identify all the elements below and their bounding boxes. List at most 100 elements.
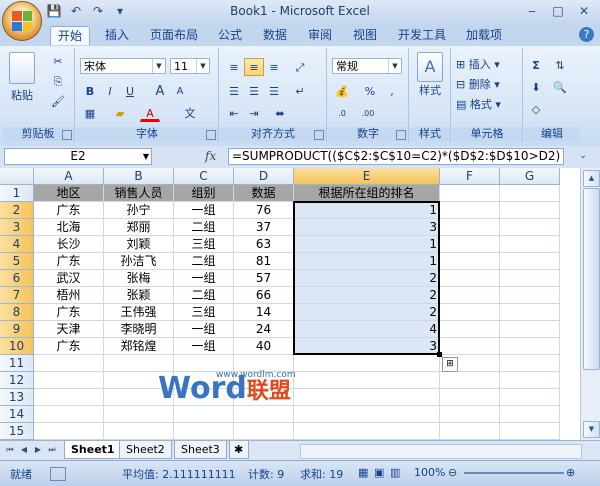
name-box[interactable]: E2 ▼ <box>4 148 152 165</box>
page-layout-view-icon[interactable]: ▣ <box>374 466 384 479</box>
row-header-5[interactable]: 5 <box>0 253 34 270</box>
cell[interactable] <box>500 185 560 202</box>
align-left-icon[interactable]: ☰ <box>224 82 244 100</box>
table-cell[interactable]: 14 <box>234 304 294 321</box>
merge-center-icon[interactable]: ⬌ <box>270 104 290 122</box>
table-cell[interactable]: 王伟强 <box>104 304 174 321</box>
row-header-8[interactable]: 8 <box>0 304 34 321</box>
column-header-e[interactable]: E <box>294 168 440 185</box>
table-cell[interactable]: 郑丽 <box>104 219 174 236</box>
table-cell[interactable]: 张颖 <box>104 287 174 304</box>
table-cell[interactable]: 3 <box>294 338 440 355</box>
row-header-7[interactable]: 7 <box>0 287 34 304</box>
cut-icon[interactable]: ✂ <box>48 52 68 70</box>
vertical-scrollbar[interactable]: ▲ ▼ <box>580 168 600 440</box>
row-header-2[interactable]: 2 <box>0 202 34 219</box>
table-cell[interactable]: 76 <box>234 202 294 219</box>
cell[interactable] <box>34 423 104 440</box>
cell[interactable] <box>440 389 500 406</box>
header-cell[interactable]: 根据所在组的排名 <box>294 185 440 202</box>
cell[interactable] <box>104 423 174 440</box>
zoom-slider[interactable] <box>464 472 564 474</box>
cell[interactable] <box>500 355 560 372</box>
table-cell[interactable]: 2 <box>294 304 440 321</box>
table-cell[interactable]: 广东 <box>34 202 104 219</box>
cell[interactable] <box>500 236 560 253</box>
row-header-15[interactable]: 15 <box>0 423 34 440</box>
wrap-text-icon[interactable]: ↵ <box>290 82 310 100</box>
table-cell[interactable]: 81 <box>234 253 294 270</box>
table-cell[interactable]: 武汉 <box>34 270 104 287</box>
cell[interactable] <box>294 406 440 423</box>
header-cell[interactable]: 地区 <box>34 185 104 202</box>
cell[interactable] <box>500 372 560 389</box>
table-cell[interactable]: 2 <box>294 287 440 304</box>
row-header-4[interactable]: 4 <box>0 236 34 253</box>
cell[interactable] <box>500 406 560 423</box>
table-cell[interactable]: 40 <box>234 338 294 355</box>
cell[interactable] <box>440 236 500 253</box>
last-sheet-icon[interactable]: ⏭ <box>46 444 58 456</box>
formula-input[interactable]: =SUMPRODUCT(($C$2:$C$10=C2)*($D$2:$D$10>… <box>228 148 564 165</box>
sheet-tab-1[interactable]: Sheet1 <box>64 441 122 459</box>
column-header-b[interactable]: B <box>104 168 174 185</box>
table-cell[interactable]: 郑铭煌 <box>104 338 174 355</box>
cell[interactable] <box>104 406 174 423</box>
office-button[interactable] <box>2 1 42 41</box>
normal-view-icon[interactable]: ▦ <box>358 466 368 479</box>
table-cell[interactable]: 长沙 <box>34 236 104 253</box>
cell[interactable] <box>174 406 234 423</box>
cell[interactable] <box>34 406 104 423</box>
cell[interactable] <box>234 406 294 423</box>
clipboard-launcher-icon[interactable] <box>62 130 72 140</box>
cell[interactable] <box>440 304 500 321</box>
cell[interactable] <box>500 321 560 338</box>
align-right-icon[interactable]: ☰ <box>264 82 284 100</box>
number-launcher-icon[interactable] <box>396 130 406 140</box>
fill-icon[interactable]: ⬇ <box>526 78 546 96</box>
cell[interactable] <box>440 406 500 423</box>
decrease-decimal-icon[interactable]: .00 <box>358 104 378 122</box>
table-cell[interactable]: 一组 <box>174 321 234 338</box>
table-cell[interactable]: 57 <box>234 270 294 287</box>
align-top-icon[interactable]: ≡ <box>224 58 244 76</box>
table-cell[interactable]: 4 <box>294 321 440 338</box>
table-cell[interactable]: 北海 <box>34 219 104 236</box>
increase-decimal-icon[interactable]: .0 <box>332 104 352 122</box>
table-cell[interactable]: 三组 <box>174 236 234 253</box>
cell[interactable] <box>500 202 560 219</box>
cell[interactable] <box>34 355 104 372</box>
clear-icon[interactable]: ◇ <box>526 100 546 118</box>
comma-button[interactable]: , <box>382 82 402 100</box>
table-cell[interactable]: 孙洁飞 <box>104 253 174 270</box>
insert-cells-button[interactable]: ⊞ 插入 ▾ <box>456 56 500 72</box>
alignment-launcher-icon[interactable] <box>314 130 324 140</box>
align-bottom-icon[interactable]: ≡ <box>264 58 284 76</box>
column-header-g[interactable]: G <box>500 168 560 185</box>
cell[interactable] <box>440 338 500 355</box>
table-cell[interactable]: 张梅 <box>104 270 174 287</box>
table-cell[interactable]: 二组 <box>174 219 234 236</box>
zoom-out-icon[interactable]: ⊖ <box>448 466 457 479</box>
help-icon[interactable]: ? <box>579 27 594 42</box>
row-header-11[interactable]: 11 <box>0 355 34 372</box>
number-format-combo[interactable]: 常规 ▼ <box>332 58 402 74</box>
column-header-a[interactable]: A <box>34 168 104 185</box>
cell[interactable] <box>440 219 500 236</box>
fill-color-icon[interactable]: ▰ <box>110 104 130 122</box>
cell[interactable] <box>174 423 234 440</box>
header-cell[interactable]: 组别 <box>174 185 234 202</box>
border-icon[interactable]: ▦ <box>80 104 100 122</box>
cell[interactable] <box>440 321 500 338</box>
font-launcher-icon[interactable] <box>206 130 216 140</box>
worksheet-grid[interactable]: A B C D E F G 1 2 3 4 5 6 7 8 9 10 11 12 13 14 15 地区 销售人员 组别 数据 根据… <box>0 168 580 440</box>
format-cells-button[interactable]: ▤ 格式 ▾ <box>456 96 501 112</box>
paste-button[interactable]: 粘贴 <box>6 52 38 103</box>
table-cell[interactable]: 一组 <box>174 270 234 287</box>
cell[interactable] <box>294 423 440 440</box>
table-cell[interactable]: 三组 <box>174 304 234 321</box>
autosum-button[interactable]: Σ <box>526 56 546 74</box>
table-cell[interactable]: 1 <box>294 202 440 219</box>
cell[interactable] <box>500 287 560 304</box>
row-header-14[interactable]: 14 <box>0 406 34 423</box>
